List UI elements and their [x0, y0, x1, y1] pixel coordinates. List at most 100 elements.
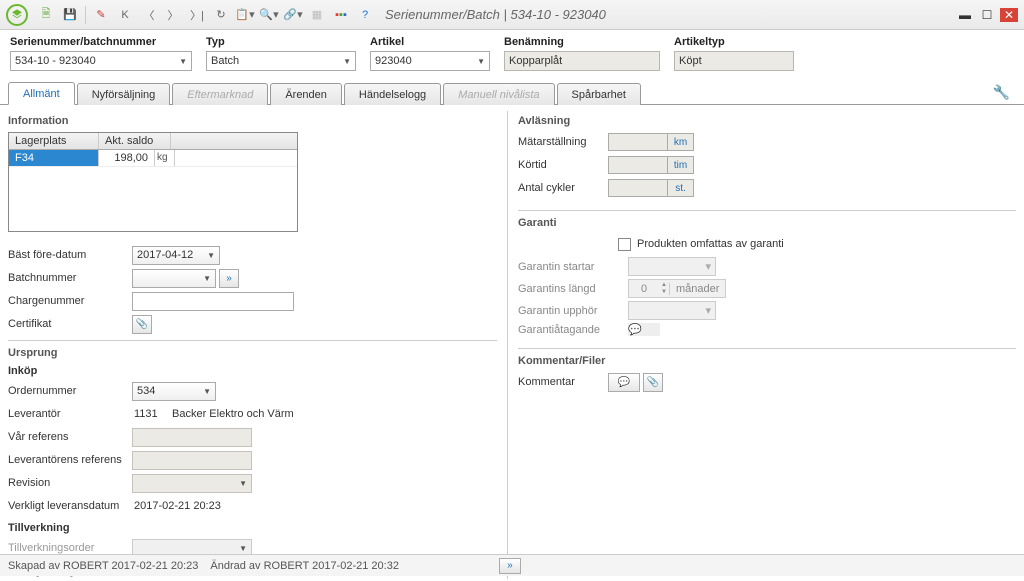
- new-icon[interactable]: 🗎: [36, 5, 56, 25]
- runtime-input[interactable]: [608, 156, 668, 174]
- app-logo-icon: [6, 4, 28, 26]
- batchnum-combo[interactable]: ▼: [132, 269, 216, 288]
- col-aktsaldo: Akt. saldo: [99, 133, 171, 149]
- chevron-down-icon: ▼: [203, 274, 211, 283]
- delete-icon[interactable]: ✎: [91, 5, 111, 25]
- cell-qty: 198,00: [99, 150, 155, 166]
- link-icon[interactable]: 🔗▾: [283, 5, 303, 25]
- best-before-picker[interactable]: 2017-04-12▼: [132, 246, 220, 265]
- spinner-icon: ▲▼: [659, 282, 669, 296]
- delivery-value: 2017-02-21 20:23: [132, 500, 221, 512]
- chevron-down-icon: ▼: [343, 57, 351, 66]
- tab-sparbarhet[interactable]: Spårbarhet: [557, 83, 641, 105]
- tab-bar: Allmänt Nyförsäljning Eftermarknad Ärend…: [0, 79, 1024, 105]
- help-icon[interactable]: ?: [355, 5, 375, 25]
- chargenum-input[interactable]: [132, 292, 294, 311]
- arttype-label: Artikeltyp: [674, 36, 794, 48]
- separator: [518, 210, 1016, 211]
- order-combo[interactable]: 534▼: [132, 382, 216, 401]
- chevron-down-icon: ▾: [705, 260, 711, 273]
- cycles-input[interactable]: [608, 179, 668, 197]
- chevron-down-icon: ▼: [203, 387, 211, 396]
- batchnum-open-icon[interactable]: »: [219, 269, 239, 288]
- comment-icon[interactable]: 💬: [608, 373, 640, 392]
- supref-label: Leverantörens referens: [8, 454, 132, 466]
- cert-label: Certifikat: [8, 318, 132, 330]
- titlebar: 🗎 💾 ✎ K 〈 〉 〉| ↻ 📋▾ 🔍▾ 🔗▾ ▦ ▪▪▪ ? Serien…: [0, 0, 1024, 30]
- table-icon[interactable]: ▦: [307, 5, 327, 25]
- prev-icon[interactable]: 〈: [139, 5, 159, 25]
- supplier-code: 1131: [132, 408, 170, 420]
- meter-label: Mätarställning: [518, 136, 608, 148]
- order-label: Ordernummer: [8, 385, 132, 397]
- warranty-length-label: Garantins längd: [518, 283, 628, 295]
- name-field: Kopparplåt: [504, 51, 660, 71]
- maximize-icon[interactable]: ☐: [978, 8, 996, 22]
- type-label: Typ: [206, 36, 356, 48]
- meter-unit: km: [668, 133, 694, 151]
- best-before-label: Bäst före-datum: [8, 249, 132, 261]
- tab-manuell: Manuell nivålista: [443, 83, 554, 105]
- footer-expand-icon[interactable]: »: [499, 558, 521, 574]
- attach-file-icon[interactable]: 📎: [643, 373, 663, 392]
- tab-nyforsaljning[interactable]: Nyförsäljning: [77, 83, 171, 105]
- attach-cert-icon[interactable]: 📎: [132, 315, 152, 334]
- batchnum-label: Batchnummer: [8, 272, 132, 284]
- separator: [518, 348, 1016, 349]
- supplier-name: Backer Elektro och Värm: [170, 408, 294, 420]
- supplier-label: Leverantör: [8, 408, 132, 420]
- window-title: Serienummer/Batch | 534-10 - 923040: [385, 7, 606, 22]
- clipboard-icon[interactable]: 📋▾: [235, 5, 255, 25]
- settings-icon[interactable]: 🔧: [987, 81, 1016, 104]
- search-icon[interactable]: 🔍▾: [259, 5, 279, 25]
- chevron-down-icon: ▼: [477, 57, 485, 66]
- right-column: Avläsning Mätarställning km Körtid tim A…: [508, 111, 1016, 579]
- cycles-unit: st.: [668, 179, 694, 197]
- chargenum-label: Chargenummer: [8, 295, 132, 307]
- warranty-checkbox-label: Produkten omfattas av garanti: [637, 238, 784, 250]
- refresh-icon[interactable]: ↻: [211, 5, 231, 25]
- col-lagerplats: Lagerplats: [9, 133, 99, 149]
- first-icon[interactable]: K: [115, 5, 135, 25]
- serial-label: Serienummer/batchnummer: [10, 36, 192, 48]
- warranty-length-spinner: 0 ▲▼ månader: [628, 279, 726, 298]
- save-icon[interactable]: 💾: [60, 5, 80, 25]
- minimize-icon[interactable]: ▬: [956, 8, 974, 22]
- serial-combo[interactable]: 534-10 - 923040▼: [10, 51, 192, 71]
- stock-grid[interactable]: Lagerplats Akt. saldo F34 198,00 kg: [8, 132, 298, 232]
- mfg-title: Tillverkning: [8, 522, 497, 534]
- table-row[interactable]: F34 198,00 kg: [9, 150, 297, 167]
- comment-label: Kommentar: [518, 376, 608, 388]
- origin-title: Ursprung: [8, 347, 497, 359]
- grid-header: Lagerplats Akt. saldo: [9, 133, 297, 150]
- modified-text: Ändrad av ROBERT 2017-02-21 20:32: [210, 560, 399, 572]
- chevron-down-icon: ▾: [705, 304, 711, 317]
- tab-allmant[interactable]: Allmänt: [8, 82, 75, 105]
- supref-field: [132, 451, 252, 470]
- article-combo[interactable]: 923040▼: [370, 51, 490, 71]
- header-fields: Serienummer/batchnummer 534-10 - 923040▼…: [0, 30, 1024, 79]
- tab-arenden[interactable]: Ärenden: [270, 83, 342, 105]
- cell-unit: kg: [155, 150, 175, 166]
- next-icon[interactable]: 〉: [163, 5, 183, 25]
- type-combo[interactable]: Batch▼: [206, 51, 356, 71]
- content-area: Information Lagerplats Akt. saldo F34 19…: [0, 105, 1024, 579]
- apps-icon[interactable]: ▪▪▪: [331, 5, 351, 25]
- tab-handelselogg[interactable]: Händelselogg: [344, 83, 441, 105]
- cell-place: F34: [9, 150, 99, 166]
- ourref-field: [132, 428, 252, 447]
- warranty-title: Garanti: [518, 217, 1016, 229]
- chevron-down-icon: ▼: [239, 479, 247, 488]
- created-text: Skapad av ROBERT 2017-02-21 20:23: [8, 560, 198, 572]
- delivery-label: Verkligt leveransdatum: [8, 500, 132, 512]
- name-label: Benämning: [504, 36, 660, 48]
- meter-input[interactable]: [608, 133, 668, 151]
- last-icon[interactable]: 〉|: [187, 5, 207, 25]
- warranty-start-picker: ▾: [628, 257, 716, 276]
- info-title: Information: [8, 115, 497, 127]
- reading-title: Avläsning: [518, 115, 1016, 127]
- comments-title: Kommentar/Filer: [518, 355, 1016, 367]
- chevron-down-icon: ▼: [207, 251, 215, 260]
- warranty-checkbox[interactable]: [618, 238, 631, 251]
- close-icon[interactable]: ✕: [1000, 8, 1018, 22]
